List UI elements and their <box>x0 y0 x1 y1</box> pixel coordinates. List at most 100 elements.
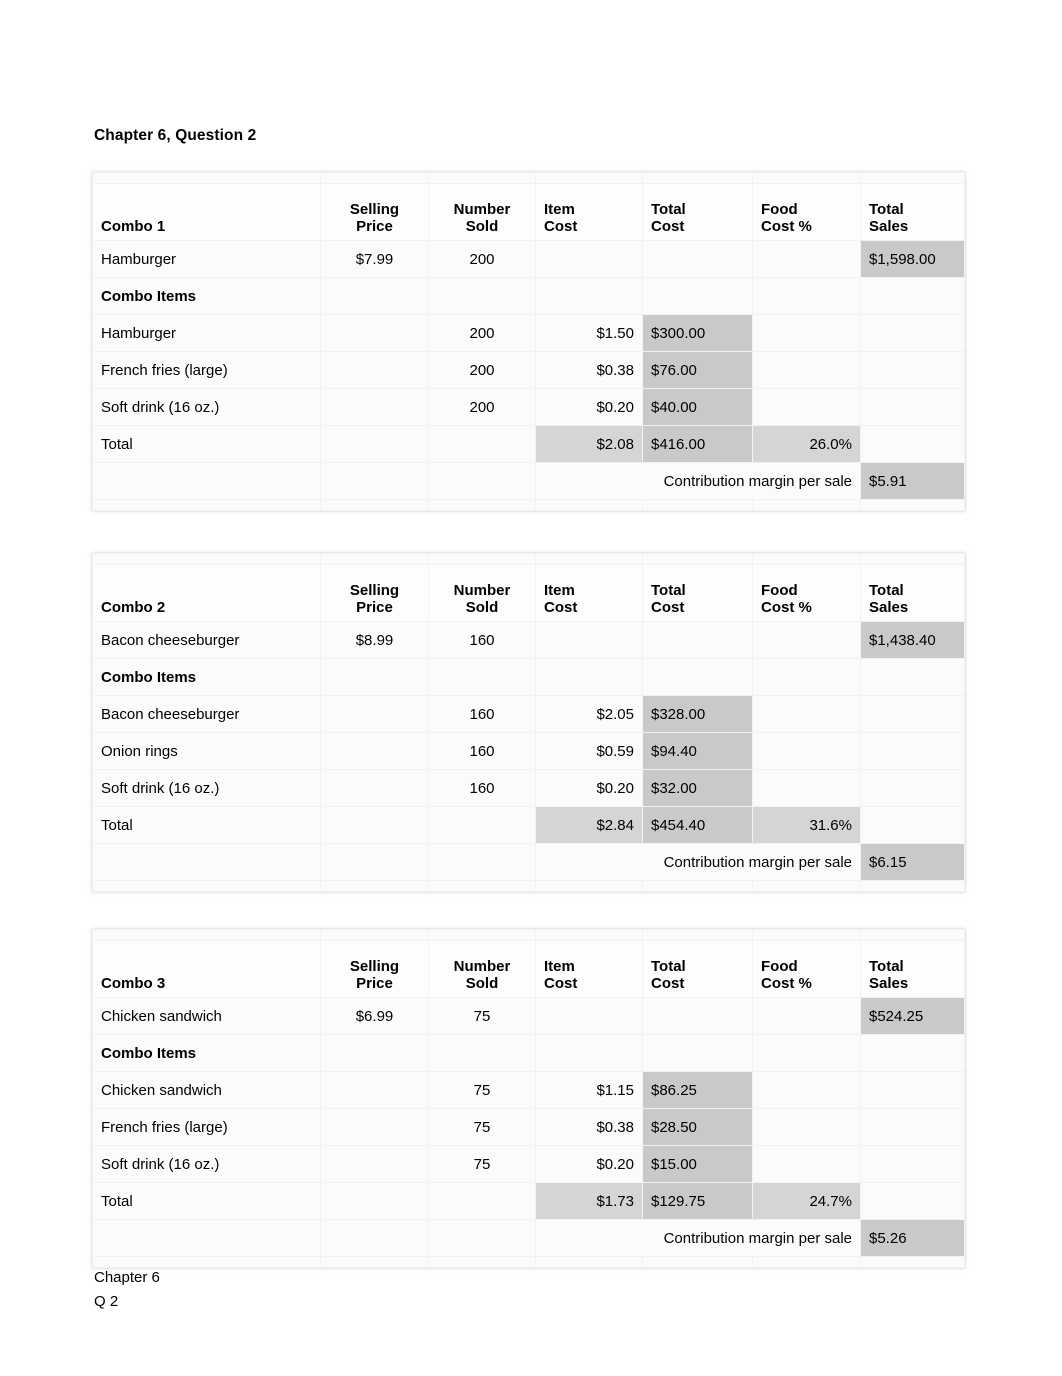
table-row: Soft drink (16 oz.) 75 $0.20 $15.00 <box>92 1145 965 1183</box>
total-total-cost: $454.40 <box>642 806 753 844</box>
spacer-cell <box>860 1256 965 1268</box>
item-name: French fries (large) <box>92 351 321 389</box>
table-top-spacer-row <box>92 929 965 941</box>
item-number-sold: 200 <box>428 351 536 389</box>
spacer-cell <box>752 499 861 511</box>
spacer-cell <box>320 499 429 511</box>
empty-cell <box>752 314 861 352</box>
combo-items-label: Combo Items <box>92 658 321 696</box>
table-bottom-spacer-row <box>92 499 965 511</box>
item-number-sold: 200 <box>428 314 536 352</box>
spacer-cell <box>320 880 429 892</box>
table-row-total: Total $2.84 $454.40 31.6% <box>92 806 965 844</box>
header-total-sales: Total Sales <box>860 564 965 622</box>
table-row-main-item: Chicken sandwich $6.99 75 $524.25 <box>92 997 965 1035</box>
spacer-cell <box>642 880 753 892</box>
header-selling-price: Selling Price <box>320 183 429 241</box>
empty-cell <box>320 388 429 426</box>
header-line-2: Sold <box>465 975 499 993</box>
spacer-cell <box>92 880 321 892</box>
spacer-cell <box>92 172 321 184</box>
contribution-margin-label: Contribution margin per sale <box>535 462 861 500</box>
combo-table-2: Combo 2 Selling Price Number Sold Item C… <box>92 553 965 892</box>
combo-table-3: Combo 3 Selling Price Number Sold Item C… <box>92 929 965 1268</box>
item-total-cost: $40.00 <box>642 388 753 426</box>
table-row: Onion rings 160 $0.59 $94.40 <box>92 732 965 770</box>
table-row-contribution-margin: Contribution margin per sale $5.26 <box>92 1219 965 1257</box>
header-line-1: Selling <box>349 958 400 976</box>
empty-cell <box>320 1145 429 1183</box>
empty-cell <box>860 1071 965 1109</box>
header-line-1: Total <box>651 958 686 976</box>
item-total-cost: $94.40 <box>642 732 753 770</box>
header-line-1: Food <box>761 958 798 976</box>
empty-cell <box>428 806 536 844</box>
spacer-cell <box>752 553 861 565</box>
page-title: Chapter 6, Question 2 <box>94 127 257 144</box>
total-label: Total <box>92 806 321 844</box>
spacer-cell <box>535 553 643 565</box>
spacer-cell <box>428 1256 536 1268</box>
spacer-cell <box>92 499 321 511</box>
empty-cell <box>860 1034 965 1072</box>
empty-cell <box>320 806 429 844</box>
item-cost: $0.20 <box>535 769 643 807</box>
empty-cell <box>860 806 965 844</box>
header-line-1: Total <box>869 582 904 600</box>
empty-cell <box>860 769 965 807</box>
item-name: Chicken sandwich <box>92 1071 321 1109</box>
table-row: French fries (large) 75 $0.38 $28.50 <box>92 1108 965 1146</box>
empty-cell <box>535 621 643 659</box>
empty-cell <box>860 277 965 315</box>
spacer-cell <box>642 929 753 941</box>
table-row: Bacon cheeseburger 160 $2.05 $328.00 <box>92 695 965 733</box>
empty-cell <box>428 462 536 500</box>
empty-cell <box>752 1145 861 1183</box>
header-combo-label: Combo 1 <box>92 183 321 241</box>
empty-cell <box>320 843 429 881</box>
item-cost: $0.20 <box>535 388 643 426</box>
main-item-name: Hamburger <box>92 240 321 278</box>
empty-cell <box>752 1108 861 1146</box>
combo-table-1: Combo 1 Selling Price Number Sold Item C… <box>92 172 965 511</box>
spacer-cell <box>428 880 536 892</box>
header-number-sold: Number Sold <box>428 564 536 622</box>
header-selling-price: Selling Price <box>320 940 429 998</box>
total-label: Total <box>92 425 321 463</box>
header-total-cost: Total Cost <box>642 564 753 622</box>
empty-cell <box>320 769 429 807</box>
item-name: Hamburger <box>92 314 321 352</box>
spacer-cell <box>752 1256 861 1268</box>
header-total-cost: Total Cost <box>642 183 753 241</box>
empty-cell <box>428 1034 536 1072</box>
spacer-cell <box>320 553 429 565</box>
item-name: Bacon cheeseburger <box>92 695 321 733</box>
item-number-sold: 200 <box>428 388 536 426</box>
empty-cell <box>752 769 861 807</box>
table-row-contribution-margin: Contribution margin per sale $6.15 <box>92 843 965 881</box>
item-cost: $2.05 <box>535 695 643 733</box>
main-item-total-sales: $1,438.40 <box>860 621 965 659</box>
empty-cell <box>752 1034 861 1072</box>
empty-cell <box>535 277 643 315</box>
empty-cell <box>642 1034 753 1072</box>
spacer-cell <box>535 1256 643 1268</box>
item-cost: $0.38 <box>535 1108 643 1146</box>
main-item-number-sold: 160 <box>428 621 536 659</box>
empty-cell <box>860 658 965 696</box>
header-line-2: Sales <box>869 975 909 993</box>
main-item-total-sales: $1,598.00 <box>860 240 965 278</box>
spacer-cell <box>860 499 965 511</box>
empty-cell <box>860 732 965 770</box>
footer-line-question: Q 2 <box>94 1293 119 1311</box>
table-row-combo-items-label: Combo Items <box>92 1034 965 1072</box>
spacer-cell <box>860 172 965 184</box>
header-line-1: Number <box>453 582 511 600</box>
empty-cell <box>320 1219 429 1257</box>
empty-cell <box>642 658 753 696</box>
main-item-name: Bacon cheeseburger <box>92 621 321 659</box>
empty-cell <box>642 997 753 1035</box>
empty-cell <box>320 314 429 352</box>
item-total-cost: $86.25 <box>642 1071 753 1109</box>
main-item-number-sold: 200 <box>428 240 536 278</box>
